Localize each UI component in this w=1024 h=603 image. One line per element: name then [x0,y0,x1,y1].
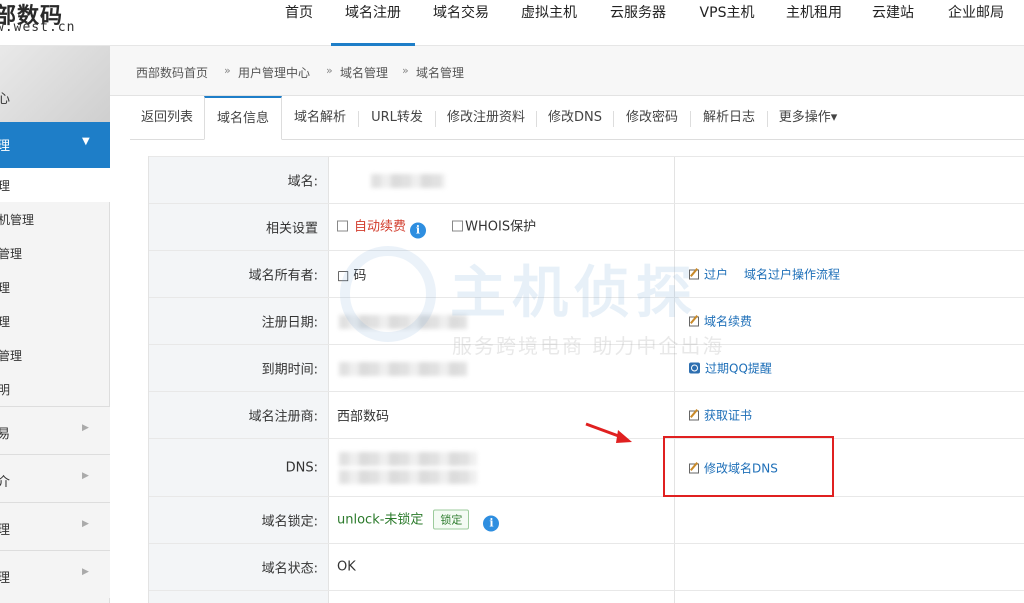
nav-cloud-site[interactable]: 云建站 [867,0,919,46]
breadcrumb-user-center[interactable]: 用户管理中心 [238,64,310,81]
whois-checkbox[interactable] [452,220,464,232]
tab-modify-password[interactable]: 修改密码 [614,96,690,140]
nav-domain-trade[interactable]: 域名交易 [428,0,494,46]
table-row: 相关设置 自动续费 i WHOIS保护 [149,204,1024,251]
nav-host-rental[interactable]: 主机租用 [780,0,848,46]
tab-more-actions[interactable]: 更多操作▾ [768,96,848,140]
edit-icon [689,316,699,327]
breadcrumb-current: 域名管理 [416,66,465,80]
chevron-right-icon: ▶ [82,423,89,433]
row-label: 域名: [287,174,318,190]
tab-back-to-list[interactable]: 返回列表 [130,96,204,140]
sidebar-group[interactable]: 介 ▶ [0,454,110,502]
sidebar-group[interactable]: 理 ▶ [0,502,110,550]
sidebar-top-label[interactable]: 心 [0,88,10,107]
sidebar-subitem[interactable]: 理 [0,270,110,304]
sidebar-subitem[interactable]: 明 [0,372,110,406]
table-row: 域名所有者: □ 码 过户 域名过户操作流程 [149,251,1024,298]
transfer-flow-link[interactable]: 域名过户操作流程 [744,266,840,283]
info-icon[interactable]: i [483,515,500,532]
table-row [149,591,1024,603]
sidebar-subitem[interactable]: 理 [0,304,110,338]
row-label: 注册日期: [261,315,318,331]
breadcrumb-domain-mgmt[interactable]: 域名管理 [340,64,388,81]
qq-remind-link[interactable]: 过期QQ提醒 [689,360,772,377]
auto-renew-label[interactable]: 自动续费 [354,220,406,235]
sidebar-item-domain-management[interactable]: 理 ▼ [0,122,110,168]
edit-icon [689,410,699,421]
sidebar-active-label: 理 [0,139,11,154]
sidebar-subitem[interactable]: 机管理 [0,202,110,236]
whois-label[interactable]: WHOIS保护 [465,220,536,235]
tab-resolution-log[interactable]: 解析日志 [691,96,767,140]
nav-cloud-server[interactable]: 云服务器 [604,0,672,46]
sidebar-group[interactable]: 理 ▶ [0,550,110,598]
lock-status: unlock-未锁定 [337,512,424,528]
row-label: DNS: [285,460,318,475]
row-label: 相关设置 [265,221,318,237]
sidebar-subitem[interactable]: 管理 [0,236,110,270]
chevron-right-icon: ▶ [82,567,89,577]
tab-bar: 返回列表 域名信息 域名解析 URL转发 修改注册资料 修改DNS 修改密码 解… [130,96,1024,140]
info-icon[interactable]: i [410,222,427,239]
nav-vps[interactable]: VPS主机 [693,0,761,46]
breadcrumb-separator-icon: » [402,64,409,77]
status-value: OK [337,559,356,575]
sidebar-subitem[interactable]: 管理 [0,338,110,372]
tab-dns-resolution[interactable]: 域名解析 [282,96,358,140]
row-label: 域名注册商: [248,409,318,425]
registrar-value: 西部数码 [337,409,390,425]
nav-enterprise-mail[interactable]: 企业邮局 [942,0,1010,46]
settings-value: 自动续费 i WHOIS保护 [337,216,536,239]
table-row: 域名锁定: unlock-未锁定 锁定 i [149,497,1024,544]
domain-info-table: 域名: 相关设置 自动续费 i WHOIS保护 域名所有者: □ 码 过户 域名过… [148,156,1024,603]
chevron-right-icon: ▶ [82,519,89,529]
blurred-reg-date [339,315,467,329]
transfer-link[interactable]: 过户 [689,266,728,283]
annotation-arrow-icon [585,422,632,443]
edit-icon [689,269,699,280]
breadcrumb-home[interactable]: 西部数码首页 [136,64,208,81]
breadcrumb-separator-icon: » [326,64,333,77]
breadcrumb-separator-icon: » [224,64,231,77]
chevron-down-icon: ▼ [82,136,90,147]
tab-modify-dns[interactable]: 修改DNS [537,96,613,140]
row-label: 到期时间: [261,362,318,378]
auto-renew-checkbox[interactable] [337,220,348,232]
tab-domain-info[interactable]: 域名信息 [204,96,282,140]
owner-value: □ 码 [337,268,367,284]
sidebar: 心 理 ▼ 理 机管理 管理 理 理 管理 明 易 ▶ 介 ▶ 理 ▶ 理 ▶ [0,46,110,603]
blurred-domain-value [371,174,445,188]
sidebar-user-panel: 心 [0,46,110,122]
blurred-exp-date [339,362,467,376]
sidebar-subitem[interactable]: 理 [0,168,110,202]
table-row: 注册日期: 域名续费 [149,298,1024,345]
row-label: 域名所有者: [248,268,318,284]
sidebar-group[interactable]: 易 ▶ [0,406,110,454]
tab-url-forward[interactable]: URL转发 [359,96,435,140]
alarm-icon [689,362,700,374]
logo-domain: w.west.cn [0,20,76,35]
row-label: 域名锁定: [261,514,318,530]
lock-value: unlock-未锁定 锁定 i [337,509,500,532]
lock-button[interactable]: 锁定 [433,509,470,530]
blurred-dns-1 [339,452,477,466]
tab-modify-registration[interactable]: 修改注册资料 [436,96,536,140]
table-row: 域名: [149,156,1024,204]
nav-virtual-host[interactable]: 虚拟主机 [516,0,582,46]
table-row: 到期时间: 过期QQ提醒 [149,345,1024,392]
nav-domain-register[interactable]: 域名注册 [331,0,415,46]
blurred-dns-2 [339,470,477,484]
highlight-box [663,436,834,497]
chevron-right-icon: ▶ [82,471,89,481]
renew-link[interactable]: 域名续费 [689,313,752,330]
table-row: 域名状态: OK [149,544,1024,591]
top-header: 部数码 w.west.cn 首页 域名注册 域名交易 虚拟主机 云服务器 VPS… [0,0,1024,46]
get-certificate-link[interactable]: 获取证书 [689,407,752,424]
breadcrumb: 西部数码首页 » 用户管理中心 » 域名管理 » 域名管理 [110,46,1024,96]
nav-home[interactable]: 首页 [280,0,318,46]
row-label: 域名状态: [261,561,318,577]
